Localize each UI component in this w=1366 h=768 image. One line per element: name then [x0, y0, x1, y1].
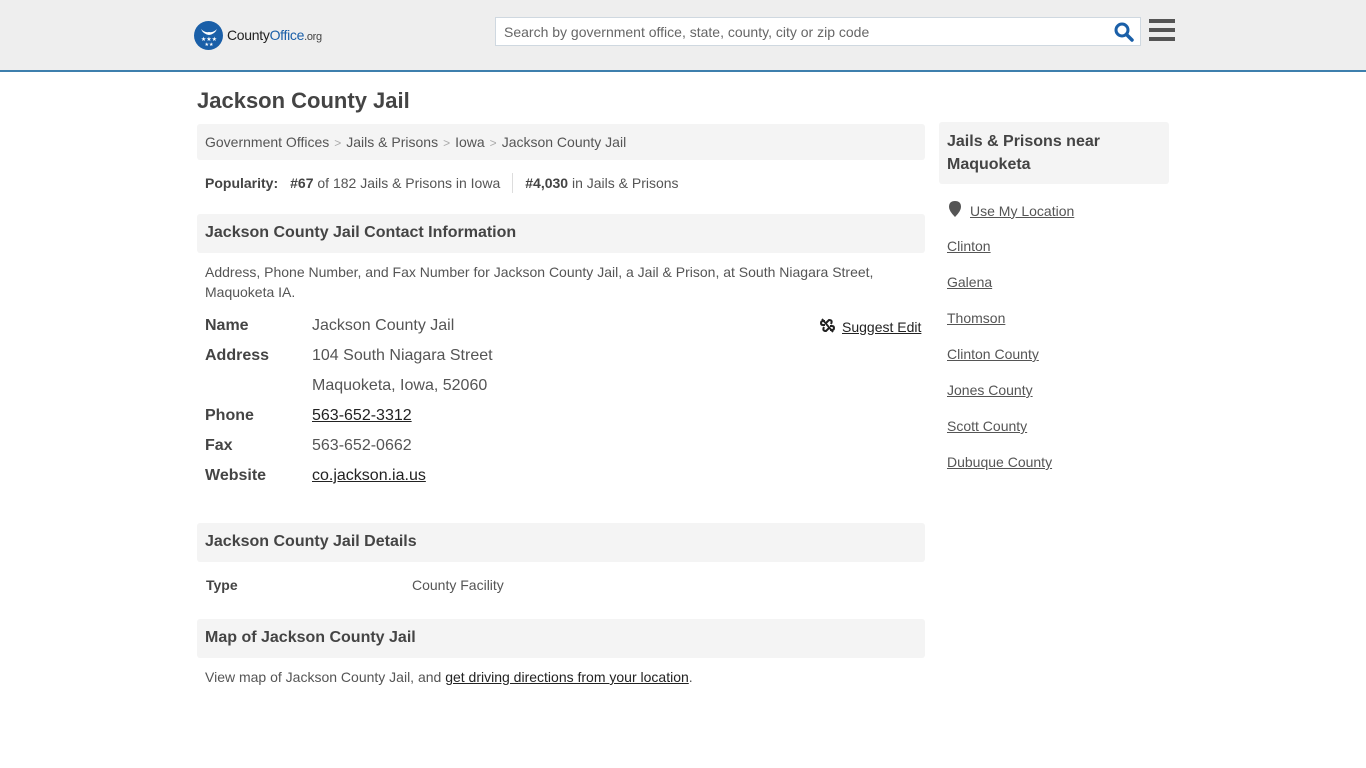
broken-link-icon — [819, 318, 836, 336]
popularity-label: Popularity: — [205, 175, 279, 191]
name-row: Name Jackson County Jail — [205, 317, 454, 335]
breadcrumb-jails-prisons[interactable]: Jails & Prisons — [346, 134, 438, 150]
address-label-spacer — [205, 377, 312, 395]
page-title: Jackson County Jail — [197, 88, 410, 113]
near-link-scott-county[interactable]: Scott County — [947, 418, 1027, 434]
site-header: ★★★ ★★ CountyOffice.org — [0, 0, 1366, 72]
breadcrumb-separator: > — [443, 136, 451, 150]
near-link-galena[interactable]: Galena — [947, 274, 992, 290]
contact-heading: Jackson County Jail Contact Information — [197, 214, 925, 253]
breadcrumb-separator: > — [334, 136, 342, 150]
website-row: Website co.jackson.ia.us — [205, 467, 426, 485]
phone-link[interactable]: 563-652-3312 — [312, 407, 412, 425]
website-label: Website — [205, 467, 267, 484]
use-my-location[interactable]: Use My Location — [949, 201, 1074, 220]
eagle-logo-icon: ★★★ ★★ — [194, 20, 223, 50]
address-label: Address — [205, 347, 270, 364]
breadcrumb: Government Offices > Jails & Prisons > Iowa >… — [197, 124, 925, 160]
address-line1: 104 South Niagara Street — [312, 347, 493, 364]
site-logo[interactable]: ★★★ ★★ CountyOffice.org — [194, 20, 322, 50]
logo-wordmark: CountyOffice.org — [227, 27, 322, 43]
use-my-location-link[interactable]: Use My Location — [970, 203, 1074, 219]
svg-text:★★: ★★ — [204, 42, 213, 46]
suggest-edit-link[interactable]: Suggest Edit — [842, 319, 921, 335]
breadcrumb-current[interactable]: Jackson County Jail — [502, 134, 627, 150]
name-value: Jackson County Jail — [312, 317, 455, 334]
type-label: Type — [206, 577, 238, 593]
details-heading: Jackson County Jail Details — [197, 523, 925, 562]
website-link[interactable]: co.jackson.ia.us — [312, 467, 426, 485]
divider — [512, 173, 514, 193]
map-heading: Map of Jackson County Jail — [197, 619, 925, 658]
breadcrumb-separator: > — [489, 136, 497, 150]
search-input[interactable] — [496, 18, 1106, 45]
search-icon[interactable] — [1114, 22, 1134, 42]
hamburger-menu-icon[interactable] — [1149, 19, 1175, 42]
fax-row: Fax 563-652-0662 — [205, 437, 412, 455]
map-description: View map of Jackson County Jail, and get… — [205, 669, 693, 685]
fax-value: 563-652-0662 — [312, 437, 412, 454]
name-label: Name — [205, 317, 249, 334]
type-row: Type County Facility — [206, 577, 504, 593]
address-row: Address 104 South Niagara Street — [205, 347, 493, 365]
state-rank: #67 of 182 Jails & Prisons in Iowa — [290, 175, 501, 191]
near-link-thomson[interactable]: Thomson — [947, 310, 1005, 326]
map-pin-icon — [949, 201, 961, 220]
popularity: Popularity: #67 of 182 Jails & Prisons i… — [205, 173, 679, 193]
fax-label: Fax — [205, 437, 233, 454]
near-link-clinton[interactable]: Clinton — [947, 238, 991, 254]
near-link-jones-county[interactable]: Jones County — [947, 382, 1033, 398]
near-link-dubuque-county[interactable]: Dubuque County — [947, 454, 1052, 470]
address-line2: Maquoketa, Iowa, 52060 — [312, 377, 488, 394]
near-link-clinton-county[interactable]: Clinton County — [947, 346, 1039, 362]
driving-directions-link[interactable]: get driving directions from your locatio… — [445, 669, 689, 685]
breadcrumb-government-offices[interactable]: Government Offices — [205, 134, 329, 150]
contact-description: Address, Phone Number, and Fax Number fo… — [205, 264, 874, 300]
sidebar-heading: Jails & Prisons near Maquoketa — [939, 122, 1169, 184]
phone-row: Phone 563-652-3312 — [205, 407, 412, 425]
search-box — [495, 17, 1141, 46]
breadcrumb-iowa[interactable]: Iowa — [455, 134, 485, 150]
national-rank: #4,030 in Jails & Prisons — [525, 175, 679, 191]
type-value: County Facility — [412, 577, 504, 593]
address-row-2: Maquoketa, Iowa, 52060 — [205, 377, 487, 395]
phone-label: Phone — [205, 407, 254, 424]
suggest-edit[interactable]: Suggest Edit — [819, 318, 921, 336]
